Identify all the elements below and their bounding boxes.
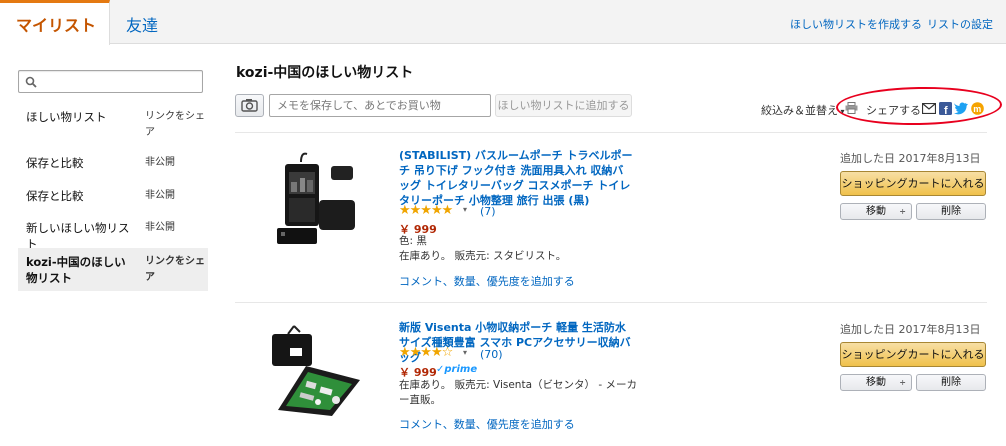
top-tab-bar: マイリスト 友達 ほしい物リストを作成する リストの設定 [0,0,1006,45]
add-to-list-button[interactable]: ほしい物リストに追加する [495,94,632,117]
search-icon [25,76,37,88]
added-date: 追加した日 2017年8月13日 [840,323,981,336]
list-privacy: 非公開 [145,157,175,168]
item-availability: 在庫あり。 販売元: スタビリスト。 [399,250,567,262]
review-count-link[interactable]: (7) [480,205,496,218]
review-count-link[interactable]: (70) [480,348,503,361]
divider [235,302,987,303]
sidebar-list-item[interactable]: 保存と比較 非公開 [18,150,208,178]
add-to-cart-button[interactable]: ショッピングカートに入れる [840,171,986,196]
item-color: 色: 黒 [399,235,427,247]
move-button-label: 移動 [866,206,886,217]
prime-badge: ✓prime [436,364,478,375]
chevron-down-icon: ÷ [899,378,906,387]
list-settings-link[interactable]: リストの設定 [927,16,993,32]
rating-stars[interactable]: ★★★★☆ [399,345,453,360]
list-name: 保存と比較 [26,189,84,203]
list-privacy: リンクをシェア [145,111,205,138]
sidebar-list-item[interactable]: 保存と比較 非公開 [18,183,208,211]
sidebar-list-item[interactable]: 新しいほしい物リスト 非公開 [18,215,208,251]
move-button[interactable]: 移動 ÷ [840,374,912,391]
sidebar-list-item[interactable]: ほしい物リスト リンクをシェア [18,106,208,148]
move-button-label: 移動 [866,377,886,388]
chevron-down-icon: ÷ [899,207,906,216]
tab-my-list[interactable]: マイリスト [0,0,110,45]
list-name: ほしい物リスト [26,110,107,124]
filter-sort-dropdown[interactable]: 絞込み＆並替え ▾ [761,102,845,118]
list-search-input[interactable] [18,70,203,93]
camera-icon [241,99,258,112]
added-date: 追加した日 2017年8月13日 [840,152,981,165]
filter-sort-label: 絞込み＆並替え [761,104,838,117]
product-image-bathroom-pouch[interactable] [267,148,363,248]
item-title-link[interactable]: (STABILIST) バスルームポーチ トラベルポーチ 吊り下げ フック付き … [399,148,634,208]
tab-friends[interactable]: 友達 [126,12,158,36]
page-title: kozi-中国のほしい物リスト [236,65,414,81]
create-list-link[interactable]: ほしい物リストを作成する [790,16,922,32]
add-comment-link[interactable]: コメント、数量、優先度を追加する [399,273,575,289]
add-to-cart-button[interactable]: ショッピングカートに入れる [840,342,986,367]
item-availability: 在庫あり。 販売元: Visenta（ビセンタ） - メーカー直販。 [399,379,637,406]
list-privacy: 非公開 [145,190,175,201]
chevron-down-icon[interactable]: ▾ [463,348,467,357]
move-button[interactable]: 移動 ÷ [840,203,912,220]
divider [235,132,987,133]
delete-button[interactable]: 削除 [916,374,986,391]
product-image-visenta-pouch[interactable] [266,322,364,417]
tab-my-list-label: マイリスト [16,16,97,35]
sidebar-list-item-active[interactable]: kozi-中国のほしい物リスト リンクをシェア [18,248,208,291]
rating-stars[interactable]: ★★★★★ [399,203,453,218]
list-name: 保存と比較 [26,156,84,170]
delete-button[interactable]: 削除 [916,203,986,220]
list-privacy: 非公開 [145,222,175,233]
list-name: kozi-中国のほしい物リスト [26,255,126,285]
chevron-down-icon[interactable]: ▾ [463,205,467,214]
list-privacy: リンクをシェア [145,256,205,283]
red-annotation-circle [835,85,1003,127]
memo-input[interactable] [269,94,491,117]
camera-button[interactable] [235,94,264,117]
add-comment-link[interactable]: コメント、数量、優先度を追加する [399,416,575,432]
